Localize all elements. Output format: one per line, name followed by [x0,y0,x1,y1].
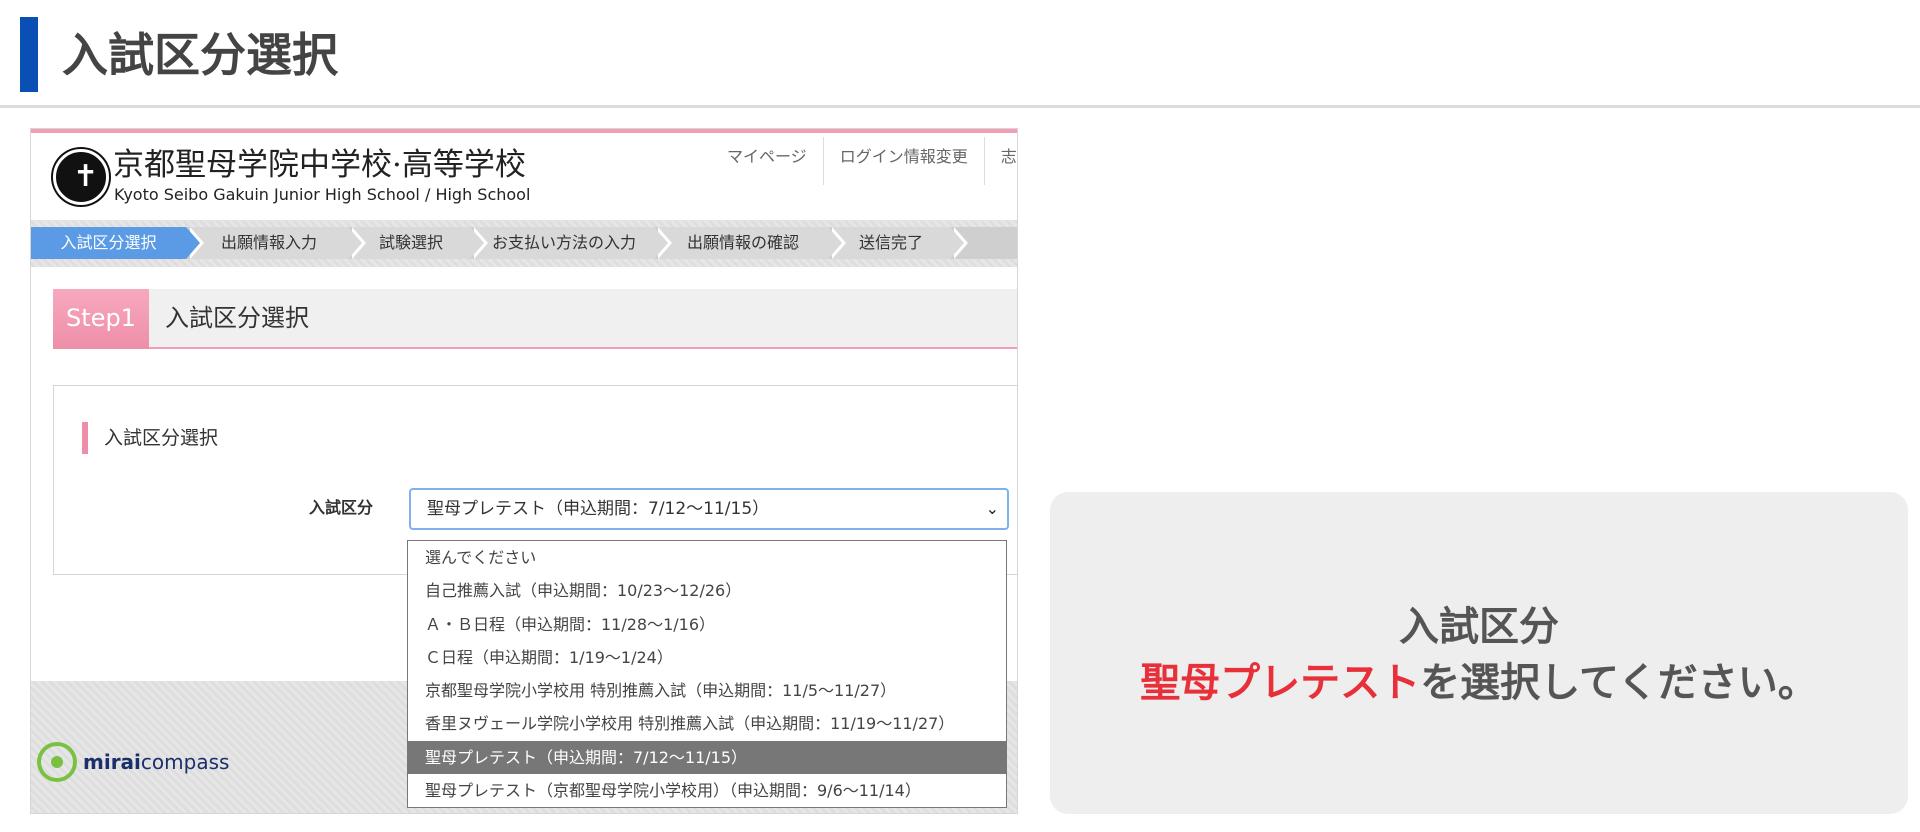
brand-name: miraicompass [83,750,229,774]
nav-login-info-change[interactable]: ログイン情報変更 [824,137,985,185]
school-header: ✝ 京都聖母学院中学校·高等学校 Kyoto Seibo Gakuin Juni… [31,133,1017,221]
dropdown-option[interactable]: 聖母プレテスト（京都聖母学院小学校用）（申込期間：9/6～11/14） [408,774,1006,807]
step-label: 試験選択 [378,233,443,252]
dropdown-option[interactable]: Ａ・Ｂ日程（申込期間：11/28～1/16） [408,608,1006,641]
instruction-callout: 入試区分 聖母プレテストを選択してください。 [1050,492,1908,814]
step-label: お支払い方法の入力 [491,233,636,252]
step-label: 入試区分選択 [60,233,157,252]
step-confirm: 出願情報の確認 [658,227,846,259]
callout-line2-rest: を選択してください。 [1420,660,1818,706]
header-accent-bar [20,17,38,92]
panel-title: 入試区分選択 [104,427,219,449]
step-application-info: 出願情報入力 [190,227,366,259]
school-name-en: Kyoto Seibo Gakuin Junior High School / … [114,185,531,204]
step-exam-selection: 試験選択 [352,227,488,259]
exam-category-select[interactable]: 聖母プレテスト（申込期間：7/12～11/15） ⌄ [409,488,1009,530]
dropdown-option[interactable]: 選んでください [408,541,1006,574]
select-value: 聖母プレテスト（申込期間：7/12～11/15） [427,499,770,519]
cross-emblem-icon: ✝ [53,149,109,205]
school-name: 京都聖母学院中学校·高等学校 [113,147,526,183]
dropdown-option[interactable]: 自己推薦入試（申込期間：10/23～12/26） [408,574,1006,607]
dropdown-option[interactable]: 京都聖母学院小学校用 特別推薦入試（申込期間：11/5～11/27） [408,674,1006,707]
step-label: 出願情報入力 [220,233,317,252]
brand-rest: compass [140,750,230,774]
page-title: 入試区分選択 [62,28,338,82]
nav-application[interactable]: 志 [985,137,1017,185]
page-header: 入試区分選択 [0,0,1920,108]
step-exam-category: 入試区分選択 [31,227,204,259]
compass-icon [37,742,77,782]
chevron-down-icon: ⌄ [985,499,999,518]
dropdown-option[interactable]: 香里ヌヴェール学院小学校用 特別推薦入試（申込期間：11/19～11/27） [408,707,1006,740]
panel-title-marker [82,422,88,454]
exam-category-dropdown: 選んでください 自己推薦入試（申込期間：10/23～12/26） Ａ・Ｂ日程（申… [407,540,1007,809]
step-label: 出願情報の確認 [686,233,799,252]
step-heading: Step1 入試区分選択 [53,289,1017,349]
callout-highlight: 聖母プレテスト [1140,660,1421,706]
step-badge: Step1 [53,289,149,349]
step-payment-method: お支払い方法の入力 [474,227,672,259]
dropdown-option[interactable]: Ｃ日程（申込期間：1/19～1/24） [408,641,1006,674]
step-title: 入試区分選択 [165,304,309,332]
brand-bold: mirai [83,750,141,774]
callout-line1: 入試区分 [1399,604,1559,650]
dropdown-option-selected[interactable]: 聖母プレテスト（申込期間：7/12～11/15） [408,740,1006,775]
callout-line2: 聖母プレテストを選択してください。 [1050,656,1908,710]
nav-mypage[interactable]: マイページ [711,137,824,185]
screenshot-frame: ✝ 京都聖母学院中学校·高等学校 Kyoto Seibo Gakuin Juni… [30,128,1018,814]
exam-category-label: 入試区分 [309,498,374,517]
top-nav: マイページ ログイン情報変更 志 [711,137,1017,185]
progress-steps: 入試区分選択 出願情報入力 試験選択 お支払い方法の入力 出願情報の確認 送信完… [31,227,1017,259]
step-label: 送信完了 [858,233,923,252]
miraicompass-logo: miraicompass [37,739,229,785]
step-complete: 送信完了 [832,227,968,259]
